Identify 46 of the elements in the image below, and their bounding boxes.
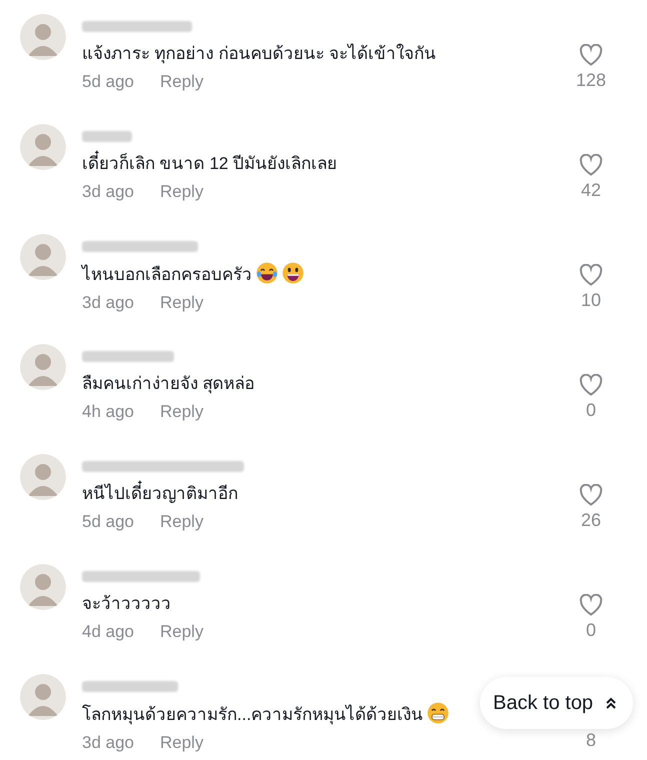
like-count: 0: [586, 620, 596, 641]
comment-time: 5d ago: [82, 72, 134, 92]
comment-time: 3d ago: [82, 733, 134, 753]
avatar[interactable]: [20, 124, 66, 170]
like-count: 128: [576, 70, 606, 91]
beaming-emoji-icon: [427, 702, 450, 724]
avatar[interactable]: [20, 234, 66, 280]
comment-time: 5d ago: [82, 512, 134, 532]
grin-emoji-icon: [282, 262, 304, 284]
comment-time: 3d ago: [82, 293, 134, 313]
comment-text: แจ้งภาระ ทุกอย่าง ก่อนคบด้วยนะ จะได้เข้าใจกัน: [82, 42, 438, 66]
heart-icon[interactable]: [579, 154, 603, 176]
like-count: 42: [580, 180, 602, 201]
back-to-top-button[interactable]: Back to top: [480, 677, 634, 729]
avatar[interactable]: [20, 674, 66, 720]
tears-of-joy-emoji-icon: [256, 262, 278, 284]
avatar[interactable]: [20, 454, 66, 500]
reply-link[interactable]: Reply: [160, 733, 204, 753]
heart-icon[interactable]: [579, 264, 603, 286]
comment-text: เดี๋ยวก็เลิก ขนาด 12 ปีมันยังเลิกเลย: [82, 152, 561, 176]
double-chevron-up-icon: [605, 696, 618, 710]
comment-time: 4h ago: [82, 402, 134, 422]
reply-link[interactable]: Reply: [160, 512, 204, 532]
reply-link[interactable]: Reply: [160, 622, 204, 642]
avatar[interactable]: [20, 14, 66, 60]
reply-link[interactable]: Reply: [160, 402, 204, 422]
comment-text: หนีไปเดี๋ยวญาติมาอีก: [82, 482, 561, 506]
like-count: 8: [586, 730, 596, 751]
comment-time: 4d ago: [82, 622, 134, 642]
comment-text: ลืมคนเก่าง่ายจัง สุดหล่อ: [82, 373, 256, 396]
reply-link[interactable]: Reply: [160, 182, 204, 202]
reply-link[interactable]: Reply: [160, 293, 204, 313]
comment-text: ไหนบอกเลือกครอบครัว: [82, 262, 561, 287]
heart-icon[interactable]: [579, 374, 603, 396]
blurred-username: [82, 131, 132, 142]
heart-icon[interactable]: [579, 594, 603, 616]
comment-time: 3d ago: [82, 182, 134, 202]
heart-icon[interactable]: [579, 44, 603, 66]
like-count: 10: [580, 290, 602, 311]
like-count: 26: [580, 510, 602, 531]
avatar[interactable]: [20, 344, 66, 390]
comment-text: จะว้าววววว: [82, 593, 172, 615]
heart-icon[interactable]: [579, 484, 603, 506]
avatar[interactable]: [20, 564, 66, 610]
reply-link[interactable]: Reply: [160, 72, 204, 92]
like-count: 0: [586, 400, 596, 421]
